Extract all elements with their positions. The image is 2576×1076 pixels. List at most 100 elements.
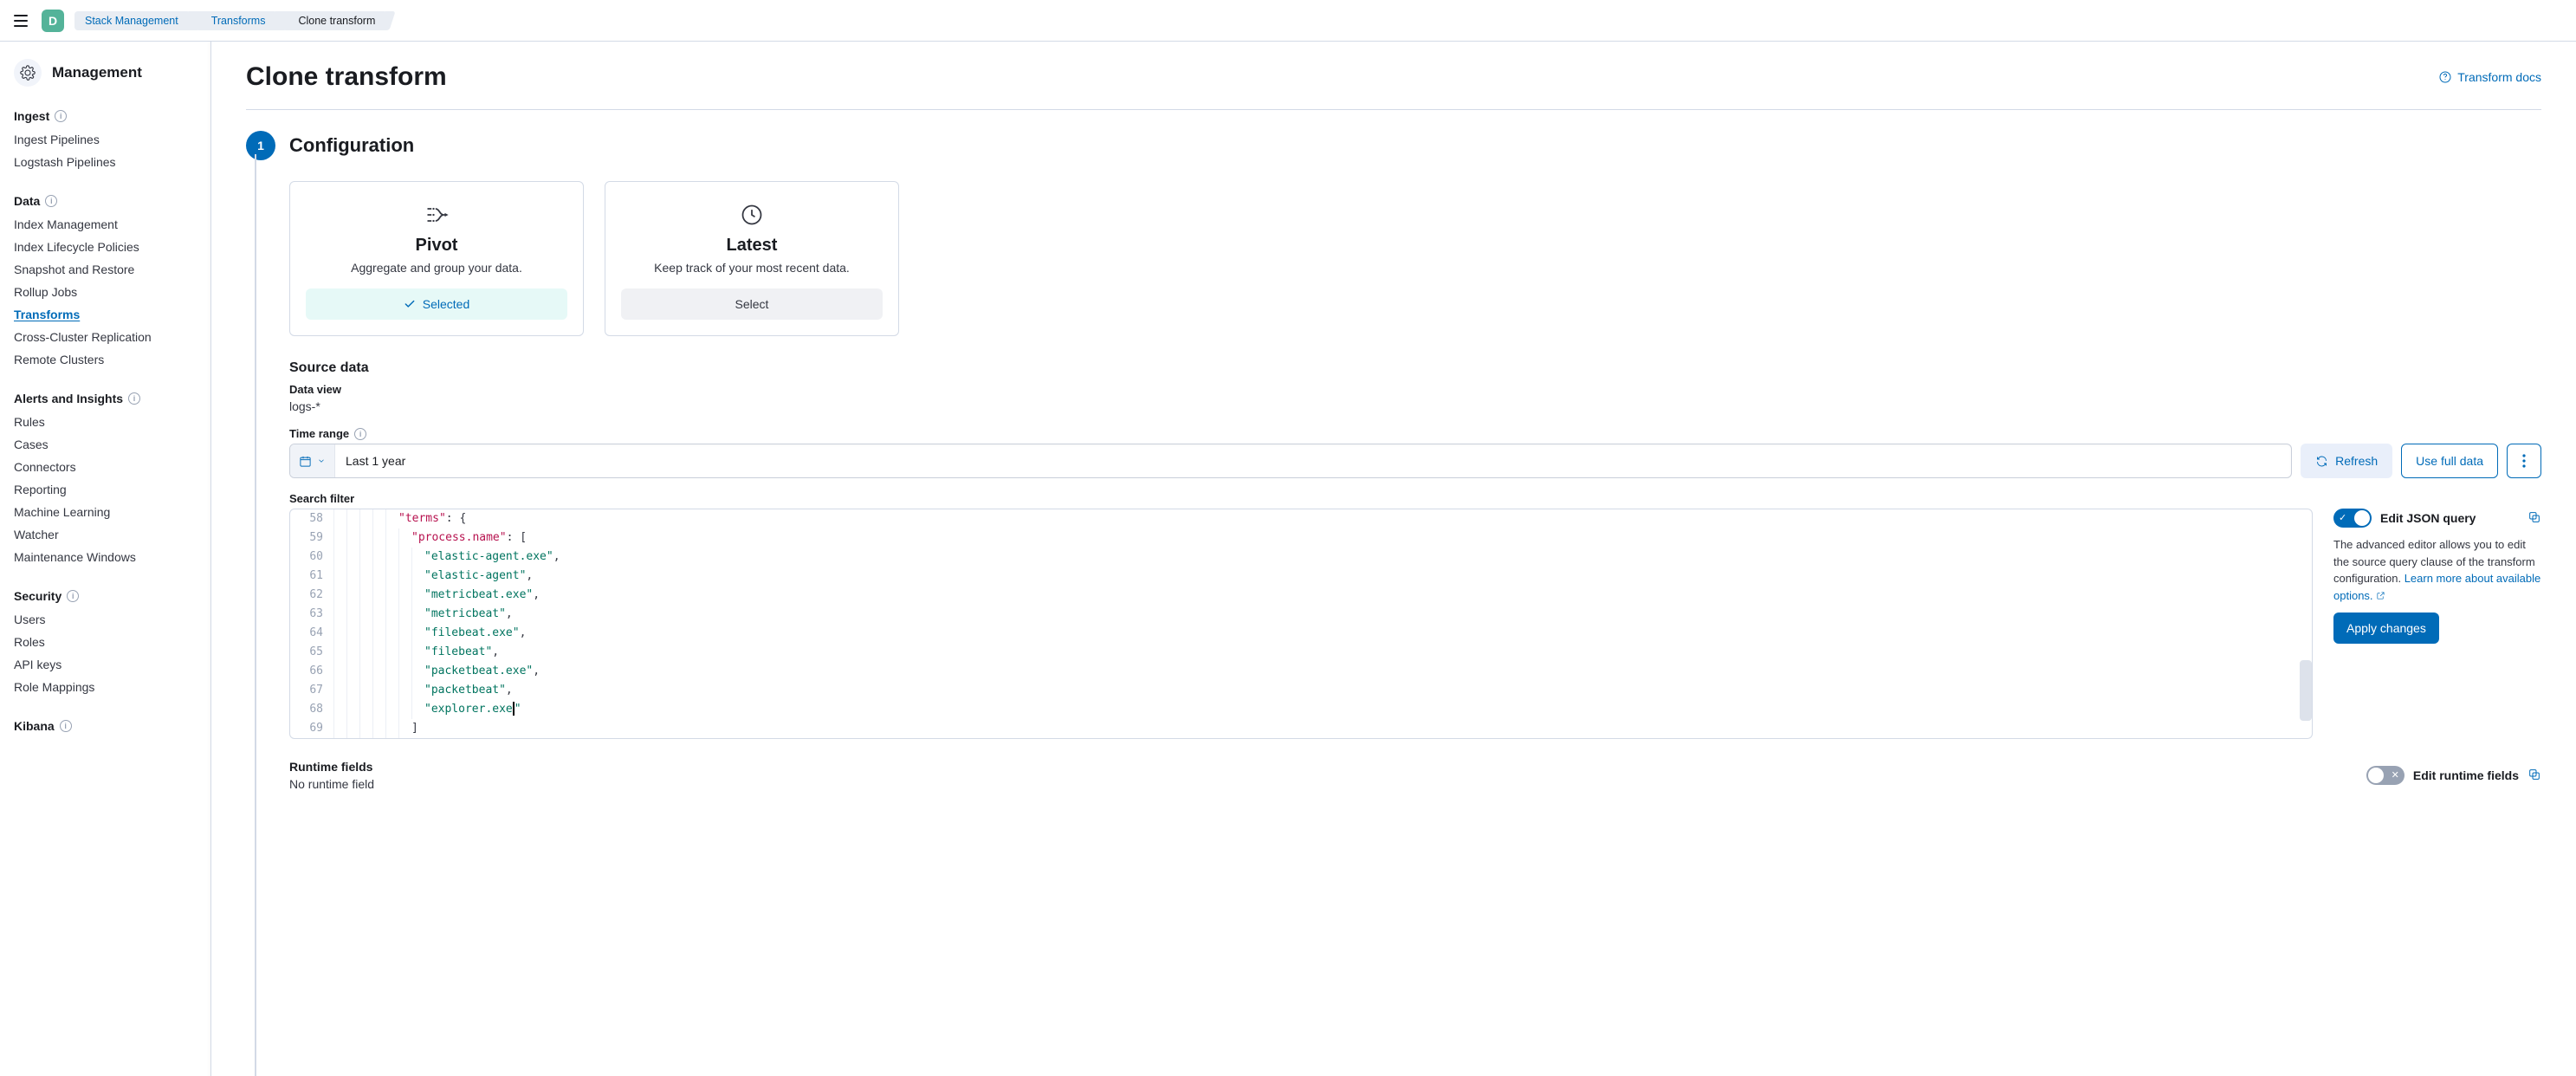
nav-title: Management bbox=[0, 59, 210, 102]
line-number: 62 bbox=[290, 586, 333, 605]
info-icon[interactable]: i bbox=[354, 428, 366, 440]
code-line[interactable]: 61"elastic-agent", bbox=[290, 567, 2312, 586]
breadcrumb-link[interactable]: Stack Management bbox=[85, 15, 178, 27]
code-line[interactable]: 63"metricbeat", bbox=[290, 605, 2312, 624]
sidebar-item[interactable]: Rules bbox=[0, 411, 210, 433]
transform-docs-link[interactable]: Transform docs bbox=[2438, 70, 2541, 84]
nav-group-header: Alerts and Insightsi bbox=[0, 385, 210, 411]
pivot-select-button[interactable]: Selected bbox=[306, 288, 567, 320]
sidebar-item[interactable]: Maintenance Windows bbox=[0, 546, 210, 568]
code-line[interactable]: 59"process.name": [ bbox=[290, 528, 2312, 548]
copy-icon[interactable] bbox=[2527, 768, 2541, 784]
sidebar-item[interactable]: Reporting bbox=[0, 478, 210, 501]
space-badge[interactable]: D bbox=[42, 10, 64, 32]
time-range-picker[interactable]: Last 1 year bbox=[289, 444, 2292, 478]
data-view-label: Data view bbox=[289, 383, 2541, 396]
sidebar-item[interactable]: Snapshot and Restore bbox=[0, 258, 210, 281]
scrollbar-thumb[interactable] bbox=[2300, 660, 2312, 721]
line-number: 68 bbox=[290, 700, 333, 719]
chevron-down-icon bbox=[317, 457, 326, 465]
code-line[interactable]: 66"packetbeat.exe", bbox=[290, 662, 2312, 681]
sidebar-item[interactable]: Index Lifecycle Policies bbox=[0, 236, 210, 258]
code-line[interactable]: 62"metricbeat.exe", bbox=[290, 586, 2312, 605]
external-link-icon bbox=[2376, 591, 2385, 600]
editor-helper-text: The advanced editor allows you to edit t… bbox=[2333, 536, 2541, 604]
use-full-data-label: Use full data bbox=[2416, 454, 2483, 468]
step-title: Configuration bbox=[289, 134, 414, 157]
nav-group-header: Ingesti bbox=[0, 102, 210, 128]
menu-toggle[interactable] bbox=[10, 10, 31, 31]
more-actions-button[interactable] bbox=[2507, 444, 2541, 478]
search-filter-label: Search filter bbox=[289, 492, 2541, 505]
code-line[interactable]: 65"filebeat", bbox=[290, 643, 2312, 662]
breadcrumb-item[interactable]: Transforms bbox=[196, 11, 278, 30]
apply-changes-label: Apply changes bbox=[2346, 621, 2426, 635]
source-data-title: Source data bbox=[289, 360, 2541, 376]
nav-title-label: Management bbox=[52, 64, 142, 81]
latest-card-desc: Keep track of your most recent data. bbox=[621, 261, 883, 275]
sidebar-item[interactable]: Remote Clusters bbox=[0, 348, 210, 371]
sidebar-item[interactable]: Role Mappings bbox=[0, 676, 210, 698]
side-nav: Management IngestiIngest PipelinesLogsta… bbox=[0, 42, 211, 1076]
pivot-card-title: Pivot bbox=[306, 236, 567, 256]
info-icon[interactable]: i bbox=[67, 590, 79, 602]
line-number: 63 bbox=[290, 605, 333, 624]
nav-group-header: Securityi bbox=[0, 582, 210, 608]
nav-group-header: Datai bbox=[0, 187, 210, 213]
sidebar-item[interactable]: Ingest Pipelines bbox=[0, 128, 210, 151]
time-range-value: Last 1 year bbox=[335, 454, 416, 468]
info-icon[interactable]: i bbox=[128, 392, 140, 405]
code-line[interactable]: 67"packetbeat", bbox=[290, 681, 2312, 700]
sidebar-item[interactable]: Index Management bbox=[0, 213, 210, 236]
refresh-button[interactable]: Refresh bbox=[2301, 444, 2392, 478]
gear-icon bbox=[14, 59, 42, 87]
line-number: 59 bbox=[290, 528, 333, 548]
sidebar-item[interactable]: Cases bbox=[0, 433, 210, 456]
line-number: 66 bbox=[290, 662, 333, 681]
calendar-icon[interactable] bbox=[290, 444, 335, 477]
edit-runtime-fields-toggle[interactable]: ✕ bbox=[2366, 766, 2404, 785]
edit-json-query-toggle[interactable]: ✓ bbox=[2333, 509, 2372, 528]
nav-group-header: Kibanai bbox=[0, 712, 210, 738]
page-title: Clone transform bbox=[246, 62, 447, 92]
sidebar-item[interactable]: API keys bbox=[0, 653, 210, 676]
line-number: 58 bbox=[290, 509, 333, 528]
code-line[interactable]: 68"explorer.exe" bbox=[290, 700, 2312, 719]
sidebar-item[interactable]: Transforms bbox=[0, 303, 210, 326]
line-number: 61 bbox=[290, 567, 333, 586]
breadcrumb-item[interactable]: Stack Management bbox=[74, 11, 191, 30]
refresh-label: Refresh bbox=[2335, 454, 2378, 468]
code-line[interactable]: 69] bbox=[290, 719, 2312, 738]
copy-icon[interactable] bbox=[2527, 510, 2541, 527]
help-icon bbox=[2438, 70, 2452, 84]
latest-select-button[interactable]: Select bbox=[621, 288, 883, 320]
pivot-button-label: Selected bbox=[423, 297, 469, 311]
sidebar-item[interactable]: Machine Learning bbox=[0, 501, 210, 523]
docs-link-label: Transform docs bbox=[2457, 70, 2541, 84]
runtime-fields-empty: No runtime field bbox=[289, 777, 2366, 791]
code-line[interactable]: 60"elastic-agent.exe", bbox=[290, 548, 2312, 567]
sidebar-item[interactable]: Roles bbox=[0, 631, 210, 653]
sidebar-item[interactable]: Cross-Cluster Replication bbox=[0, 326, 210, 348]
info-icon[interactable]: i bbox=[55, 110, 67, 122]
info-icon[interactable]: i bbox=[45, 195, 57, 207]
sidebar-item[interactable]: Watcher bbox=[0, 523, 210, 546]
time-range-label: Time range i bbox=[289, 427, 2541, 440]
breadcrumb-link[interactable]: Transforms bbox=[211, 15, 266, 27]
sidebar-item[interactable]: Logstash Pipelines bbox=[0, 151, 210, 173]
use-full-data-button[interactable]: Use full data bbox=[2401, 444, 2498, 478]
pivot-card-desc: Aggregate and group your data. bbox=[306, 261, 567, 275]
step-number-badge: 1 bbox=[246, 131, 275, 160]
info-icon[interactable]: i bbox=[60, 720, 72, 732]
edit-json-query-label: Edit JSON query bbox=[2380, 511, 2476, 525]
json-query-editor[interactable]: 58"terms": {59"process.name": [60"elasti… bbox=[289, 509, 2313, 739]
apply-changes-button[interactable]: Apply changes bbox=[2333, 613, 2439, 644]
sidebar-item[interactable]: Users bbox=[0, 608, 210, 631]
code-line[interactable]: 64"filebeat.exe", bbox=[290, 624, 2312, 643]
runtime-fields-title: Runtime fields bbox=[289, 760, 2366, 774]
line-number: 64 bbox=[290, 624, 333, 643]
aggregate-icon bbox=[423, 201, 450, 229]
code-line[interactable]: 58"terms": { bbox=[290, 509, 2312, 528]
sidebar-item[interactable]: Connectors bbox=[0, 456, 210, 478]
sidebar-item[interactable]: Rollup Jobs bbox=[0, 281, 210, 303]
